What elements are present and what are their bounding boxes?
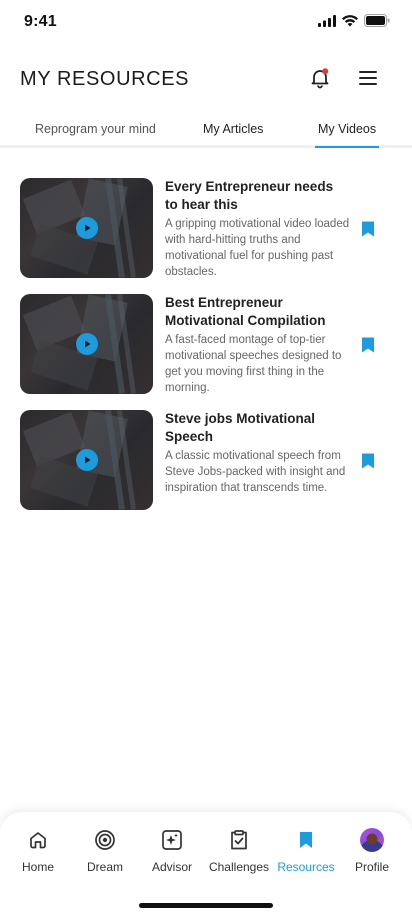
video-thumbnail[interactable] <box>20 294 153 394</box>
video-thumbnail[interactable] <box>20 178 153 278</box>
nav-item-challenges[interactable]: Challenges <box>205 828 273 874</box>
nav-item-advisor[interactable]: Advisor <box>138 828 206 874</box>
bookmark-icon <box>300 832 312 848</box>
tab-my-articles[interactable]: My Articles <box>203 122 263 148</box>
status-time: 9:41 <box>24 13 57 30</box>
video-description: A gripping motivational video loaded wit… <box>165 218 350 278</box>
battery-icon <box>364 14 390 27</box>
play-icon <box>85 224 91 232</box>
status-icons <box>318 14 390 27</box>
bookmark-icon[interactable] <box>360 452 376 470</box>
video-thumbnail[interactable] <box>20 410 153 510</box>
clipboard-check-icon <box>231 830 247 850</box>
status-bar: 9:41 <box>0 0 412 44</box>
menu-button[interactable] <box>354 64 382 92</box>
avatar <box>360 828 384 852</box>
header: MY RESOURCES <box>0 56 412 104</box>
nav-item-resources[interactable]: Resources <box>272 828 340 874</box>
nav-label: Dream <box>86 860 123 874</box>
nav-label: Resources <box>277 860 335 874</box>
play-icon <box>85 340 91 348</box>
video-list: Every Entrepreneur needs to hear this A … <box>0 178 412 526</box>
video-item[interactable]: Every Entrepreneur needs to hear this A … <box>0 178 412 294</box>
resource-tabs: Reprogram your mind My Articles My Video… <box>0 116 412 148</box>
video-title: Steve jobs Motivational Speech <box>165 411 316 444</box>
video-description: A classic motivational speech from Steve… <box>165 450 346 494</box>
tab-my-videos[interactable]: My Videos <box>315 122 380 148</box>
hamburger-menu-icon <box>359 71 377 85</box>
tab-reprogram-your-mind[interactable]: Reprogram your mind <box>35 122 156 148</box>
video-item[interactable]: Steve jobs Motivational Speech A classic… <box>0 410 412 526</box>
video-description: A fast-faced montage of top-tier motivat… <box>165 334 342 394</box>
play-button[interactable] <box>76 217 98 239</box>
play-icon <box>85 456 91 464</box>
nav-label: Home <box>21 860 54 874</box>
nav-item-profile[interactable]: Profile <box>338 828 406 874</box>
play-button[interactable] <box>76 449 98 471</box>
notification-dot <box>322 68 329 75</box>
signal-icon <box>318 14 336 27</box>
home-indicator <box>139 903 273 908</box>
target-icon <box>95 830 115 850</box>
bookmark-icon[interactable] <box>360 220 376 238</box>
bookmark-icon[interactable] <box>360 336 376 354</box>
nav-item-home[interactable]: Home <box>4 828 72 874</box>
home-icon <box>30 832 46 849</box>
bell-icon <box>311 68 329 89</box>
screen: 9:41 MY RESOURCES Reprogram your mind My… <box>0 0 412 917</box>
nav-label: Profile <box>354 860 389 874</box>
video-title: Every Entrepreneur needs to hear this <box>165 179 334 212</box>
wifi-icon <box>342 14 358 26</box>
nav-item-dream[interactable]: Dream <box>71 828 139 874</box>
page-title: MY RESOURCES <box>20 68 190 90</box>
play-button[interactable] <box>76 333 98 355</box>
video-item[interactable]: Best Entrepreneur Motivational Compilati… <box>0 294 412 410</box>
video-title: Best Entrepreneur Motivational Compilati… <box>165 295 326 328</box>
nav-label: Advisor <box>151 860 192 874</box>
nav-label: Challenges <box>208 860 270 874</box>
bottom-nav: Home Dream Advisor Challenges Resources … <box>0 812 412 917</box>
sparkle-icon <box>162 830 182 850</box>
notifications-button[interactable] <box>306 64 334 92</box>
